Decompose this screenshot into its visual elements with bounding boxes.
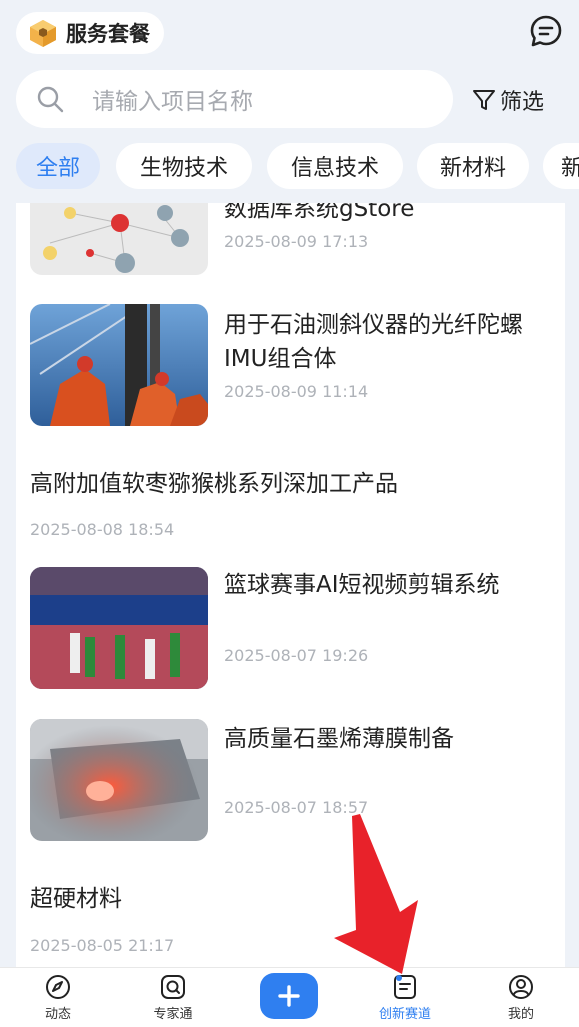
project-list: 数据库系统gStore 2025-08-09 17:13 用于石油测斜仪器的光纤… xyxy=(16,203,565,967)
filter-button[interactable]: 筛选 xyxy=(472,84,544,116)
item-title: 篮球赛事AI短视频剪辑系统 xyxy=(224,572,500,598)
red-arrow-annotation xyxy=(334,814,418,974)
item-date: 2025-08-09 11:14 xyxy=(224,382,369,401)
filter-icon xyxy=(473,90,495,110)
compass-icon xyxy=(46,975,70,999)
user-icon xyxy=(509,975,533,999)
item-date: 2025-08-09 17:13 xyxy=(224,232,369,251)
nav-innovation-track[interactable]: 创新赛道 xyxy=(360,974,450,1022)
item-title: 数据库系统gStore xyxy=(224,203,415,222)
item-date: 2025-08-07 19:26 xyxy=(224,646,369,665)
tab-new-materials[interactable]: 新材料 xyxy=(417,143,529,189)
nav-label: 专家通 xyxy=(153,1007,193,1022)
top-bar: 服务套餐 xyxy=(0,0,579,64)
nav-expert[interactable]: 专家通 xyxy=(128,974,218,1022)
add-button[interactable] xyxy=(260,973,318,1019)
oil-drill-thumbnail xyxy=(30,304,208,426)
item-date: 2025-08-05 21:17 xyxy=(30,936,175,955)
basketball-thumbnail xyxy=(30,567,208,689)
nav-label: 我的 xyxy=(507,1007,534,1022)
search-placeholder: 请输入项目名称 xyxy=(92,89,253,115)
category-tabs: 全部 生物技术 信息技术 新材料 新 xyxy=(16,143,579,189)
item-title: 超硬材料 xyxy=(30,886,122,912)
graph-map-thumbnail xyxy=(30,203,208,275)
tab-next[interactable]: 新 xyxy=(543,143,579,189)
item-title: 高附加值软枣猕猴桃系列深加工产品 xyxy=(30,471,398,497)
document-icon xyxy=(394,975,416,999)
search-icon xyxy=(37,86,64,113)
search-input[interactable]: 请输入项目名称 xyxy=(16,70,453,128)
nav-label: 创新赛道 xyxy=(378,1007,431,1022)
filter-label: 筛选 xyxy=(500,90,545,115)
plus-icon xyxy=(278,985,300,1007)
expert-icon xyxy=(161,975,185,999)
nav-label: 动态 xyxy=(44,1007,71,1022)
message-icon[interactable] xyxy=(529,14,563,48)
nav-mine[interactable]: 我的 xyxy=(476,974,566,1022)
service-plan-label: 服务套餐 xyxy=(66,22,150,46)
furnace-thumbnail xyxy=(30,719,208,841)
service-plan-button[interactable]: 服务套餐 xyxy=(16,12,164,54)
nav-dynamics[interactable]: 动态 xyxy=(13,974,103,1022)
tab-all[interactable]: 全部 xyxy=(16,143,100,189)
item-title: 用于石油测斜仪器的光纤陀螺IMU组合体 xyxy=(224,312,523,372)
item-date: 2025-08-08 18:54 xyxy=(30,520,175,539)
tab-biotech[interactable]: 生物技术 xyxy=(116,143,252,189)
package-box-icon xyxy=(30,20,56,47)
bottom-nav: 动态 专家通 创新赛道 我的 xyxy=(0,967,579,1027)
tab-infotech[interactable]: 信息技术 xyxy=(267,143,403,189)
item-title: 高质量石墨烯薄膜制备 xyxy=(224,726,454,752)
